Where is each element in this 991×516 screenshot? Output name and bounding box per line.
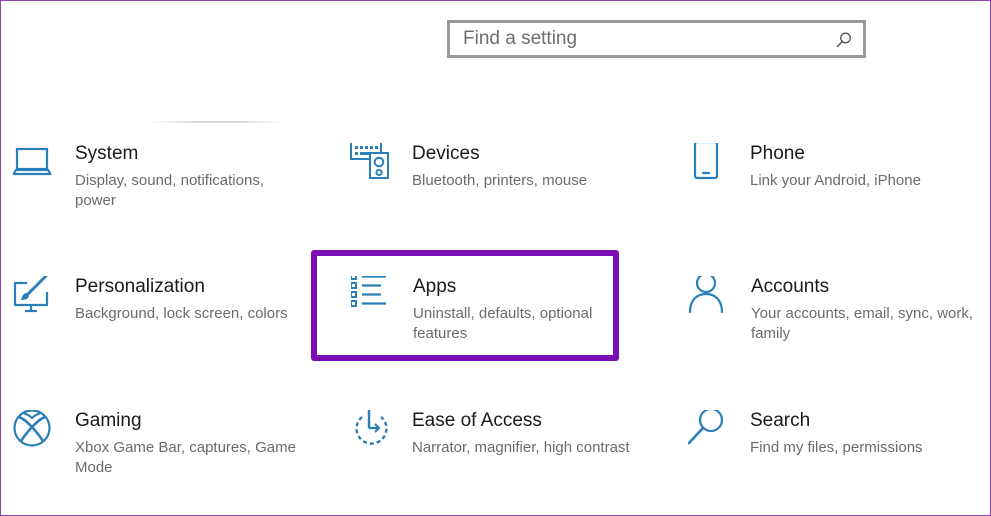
search-box[interactable]: [447, 20, 866, 58]
search-magnifier-icon: [688, 410, 732, 454]
ease-of-access-timer-icon: [350, 410, 394, 454]
tile-title: Ease of Access: [412, 410, 542, 431]
tile-system[interactable]: System Display, sound, notifications, po…: [13, 143, 323, 243]
tile-description: Background, lock screen, colors: [75, 305, 288, 322]
tile-title: System: [75, 143, 139, 164]
tile-ease-of-access[interactable]: Ease of Access Narrator, magnifier, high…: [350, 410, 660, 510]
phone-icon: [688, 143, 732, 187]
tile-phone[interactable]: Phone Link your Android, iPhone: [688, 143, 991, 243]
tile-devices[interactable]: Devices Bluetooth, printers, mouse: [350, 143, 660, 243]
tile-title: Gaming: [75, 410, 142, 431]
search-input[interactable]: [450, 23, 863, 55]
paintbrush-monitor-icon: [13, 276, 57, 320]
keyboard-speaker-icon: [350, 143, 394, 187]
person-icon: [689, 276, 733, 320]
tile-search[interactable]: Search Find my files, permissions: [688, 410, 991, 510]
tile-title: Search: [750, 410, 811, 431]
tile-personalization[interactable]: Personalization Background, lock screen,…: [13, 276, 323, 376]
apps-list-icon: [351, 276, 395, 320]
tile-apps[interactable]: Apps Uninstall, defaults, optional featu…: [351, 276, 661, 376]
tile-title: Phone: [750, 143, 805, 164]
tile-description: Bluetooth, printers, mouse: [412, 172, 588, 189]
tile-title: Personalization: [75, 276, 205, 297]
tile-title: Apps: [413, 276, 457, 297]
tile-title: Devices: [412, 143, 480, 164]
laptop-icon: [13, 143, 57, 187]
tile-accounts[interactable]: Accounts Your accounts, email, sync, wor…: [689, 276, 991, 376]
search-icon[interactable]: [835, 31, 853, 49]
divider: [150, 121, 285, 123]
tile-description: Your accounts, email, sync, work, family: [751, 305, 974, 342]
tile-description: Narrator, magnifier, high contrast: [412, 439, 630, 456]
tile-description: Link your Android, iPhone: [750, 172, 921, 189]
tile-gaming[interactable]: Gaming Xbox Game Bar, captures, Game Mod…: [13, 410, 323, 510]
tile-description: Xbox Game Bar, captures, Game Mode: [75, 439, 296, 476]
tile-title: Accounts: [751, 276, 830, 297]
tile-description: Display, sound, notifications, power: [75, 172, 264, 209]
xbox-icon: [13, 410, 57, 454]
tile-description: Find my files, permissions: [750, 439, 923, 456]
tile-description: Uninstall, defaults, optional features: [413, 305, 593, 342]
